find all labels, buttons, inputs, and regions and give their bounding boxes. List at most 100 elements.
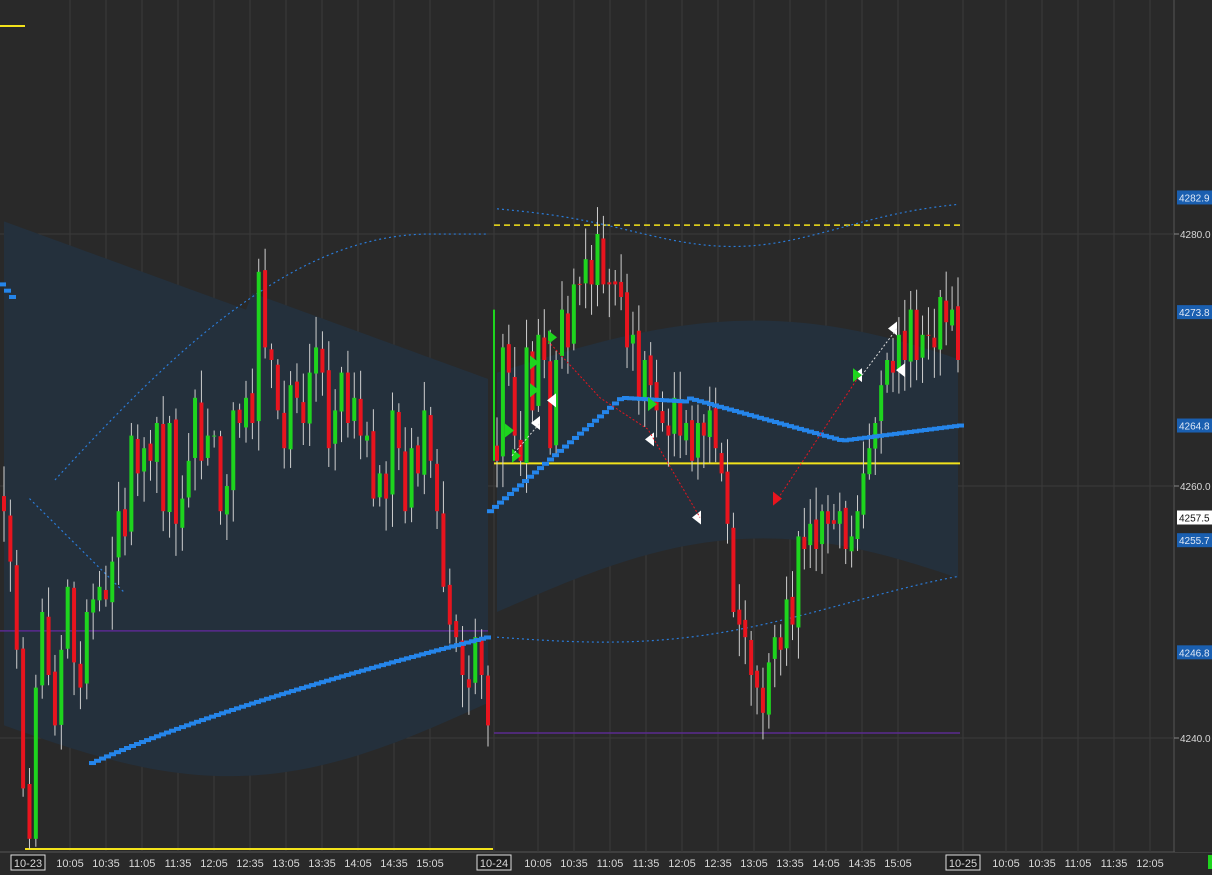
day2-candle [684,423,689,441]
day2-candle [672,397,677,434]
time-label: 12:05 [1136,858,1164,870]
price-tick-label: 4240.0 [1180,734,1211,745]
vwap-day2 [597,414,604,419]
day2-candle [790,596,795,625]
day2-candle [908,309,913,362]
day1-candle [123,509,127,537]
day1-candle [116,511,121,558]
day2-candle [743,619,748,638]
vwap-day2 [552,453,559,458]
price-tick-label: 4280.0 [1180,230,1211,241]
day1-candle [97,586,102,601]
day2-candle [595,234,600,286]
vwap-day1 [484,635,491,640]
vwap-day2 [492,504,499,509]
day2-candle [843,507,848,549]
day1-candle [269,349,274,360]
day1-candle [358,398,363,436]
price-chart[interactable]: 4240.0 4260.0 4280.0 4282.9 4273.8 4264.8 4257… [0,0,1212,875]
day1-candle [415,445,420,474]
day1-candle [224,486,229,515]
day1-candle [186,460,191,498]
day2-candle [879,385,884,421]
day1-candle [301,402,306,423]
time-label: 10:35 [1028,858,1056,870]
vwap-day2 [592,418,599,423]
vwap-early [9,295,16,299]
day2-candle [831,520,836,524]
price-label: 4255.7 [1179,536,1210,547]
day1-candle [129,435,134,532]
day2-candle [613,281,618,285]
day1-candle [142,448,147,472]
day1-candle [377,473,382,498]
time-label: 11:05 [1065,858,1092,870]
day1-candle [103,589,108,600]
day2-candle [565,313,570,348]
time-label: 12:05 [200,858,228,870]
day2-candle [701,422,706,436]
day1-candle [244,397,248,428]
price-axis[interactable]: 4240.0 4260.0 4280.0 4282.9 4273.8 4264.8 4257… [1174,0,1212,869]
day1-candle [339,372,344,412]
day1-candle [326,370,331,449]
vwap-day2 [557,448,564,453]
time-label: 13:05 [272,858,300,870]
day2-candle [731,527,736,612]
day2-candle [920,334,925,358]
day2-candle [867,448,872,475]
day1-candle [59,649,64,725]
day2-candle [654,382,659,411]
day2-candle [630,334,635,344]
day1-candle [403,451,408,512]
day2-candle [956,306,960,360]
time-label: 10:05 [992,858,1020,870]
day1-candle [110,561,115,603]
day1-candle [441,513,446,587]
day2-candle [619,281,624,297]
day1-candle [275,364,280,411]
time-label: 12:05 [668,858,696,870]
time-label: 15:05 [416,858,444,870]
day1-candle [422,410,427,475]
day1-candle [314,347,319,374]
day2-candle [725,471,730,524]
vwap-day2 [602,410,609,415]
day1-candle [447,584,452,625]
day2-candle [932,337,937,348]
day1-candle [173,419,178,524]
day1-candle [307,372,312,424]
time-label: 13:35 [308,858,336,870]
day1-candle [167,423,172,513]
time-label: 11:05 [129,858,156,870]
vwap-early [0,282,6,287]
day1-candle [148,443,153,461]
day1-candle [333,410,338,444]
day2-candle [938,297,943,350]
day2-candle [707,410,712,437]
day1-candle [473,637,478,683]
time-label: 10:35 [560,858,588,870]
vwap-day2 [507,491,514,496]
day2-candle [548,361,553,449]
day2-candle [926,334,931,336]
day1-candle [256,271,261,422]
day1-candle [91,599,96,613]
day1-candle [231,410,236,491]
day2-candle [571,284,576,344]
day2-candle [737,609,742,625]
vwap-early [4,288,11,293]
day1-candle [390,410,395,495]
vwap-day2 [527,474,534,479]
vwap-day2 [572,435,579,440]
vwap-day2 [957,423,964,428]
day2-candle [890,360,895,373]
day2-candle [607,282,612,285]
day2-candle [690,420,695,461]
day2-candle [885,360,890,385]
vwap-day2 [497,500,504,505]
day1-candle [454,621,459,638]
time-label: 14:05 [812,858,840,870]
day2-candle [760,687,765,713]
day2-candle [560,309,565,356]
